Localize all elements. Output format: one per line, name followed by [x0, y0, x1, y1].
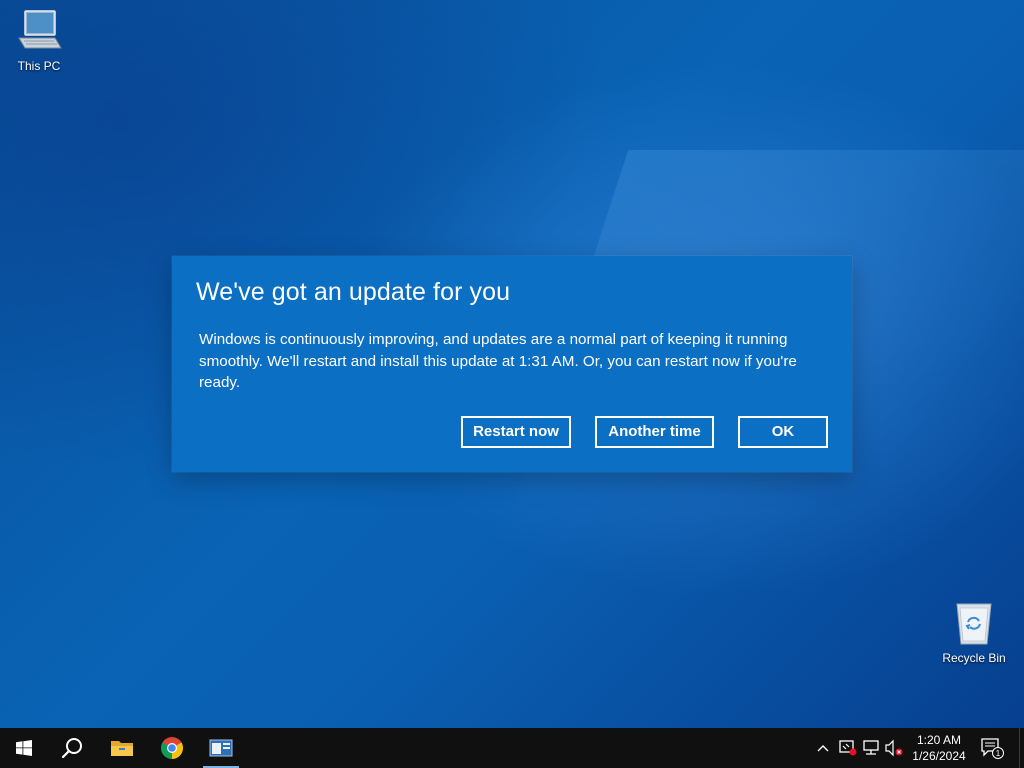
search-icon	[61, 738, 82, 759]
chrome-icon	[161, 737, 183, 759]
network-tray-button[interactable]	[861, 738, 881, 758]
clock-date: 1/26/2024	[912, 749, 966, 763]
taskbar: 1:20 AM 1/26/2024 1	[0, 728, 1024, 768]
update-notification-dialog: We've got an update for you Windows is c…	[172, 256, 852, 472]
show-hidden-icons-button[interactable]	[813, 738, 833, 758]
window-app-icon	[209, 739, 233, 757]
dialog-message: Windows is continuously improving, and u…	[199, 331, 797, 391]
desktop-icon-label: Recycle Bin	[942, 651, 1006, 665]
chrome-button[interactable]	[148, 728, 196, 768]
action-center-button[interactable]: 1	[978, 736, 1006, 760]
network-icon	[863, 740, 879, 755]
desktop-icon-recycle-bin[interactable]: Recycle Bin	[935, 600, 1013, 665]
recycle-bin-icon	[956, 603, 992, 645]
security-tray-button[interactable]	[838, 738, 858, 758]
desktop-icon-label: This PC	[17, 59, 61, 73]
desktop-icon-this-pc[interactable]: This PC	[0, 8, 78, 73]
ok-button[interactable]: OK	[738, 416, 828, 448]
clock[interactable]: 1:20 AM 1/26/2024	[906, 732, 972, 764]
open-app-button[interactable]	[197, 728, 245, 768]
start-button[interactable]	[0, 728, 48, 768]
security-icon	[839, 740, 857, 756]
chevron-up-icon	[817, 745, 829, 752]
file-explorer-button[interactable]	[98, 728, 146, 768]
volume-tray-button[interactable]	[884, 738, 904, 758]
desktop: This PC Recycle Bin We've got an update …	[0, 0, 1024, 728]
computer-icon	[18, 10, 62, 49]
another-time-button[interactable]: Another time	[595, 416, 714, 448]
notification-icon: 1	[981, 738, 1004, 759]
search-button[interactable]	[48, 728, 96, 768]
restart-now-button[interactable]: Restart now	[461, 416, 571, 448]
show-desktop-button[interactable]	[1019, 728, 1024, 768]
folder-icon	[111, 741, 133, 756]
windows-logo-icon	[16, 740, 32, 756]
dialog-title: We've got an update for you	[196, 278, 511, 306]
clock-time: 1:20 AM	[916, 733, 962, 747]
notification-count: 1	[996, 749, 1001, 758]
volume-muted-icon	[885, 739, 903, 757]
